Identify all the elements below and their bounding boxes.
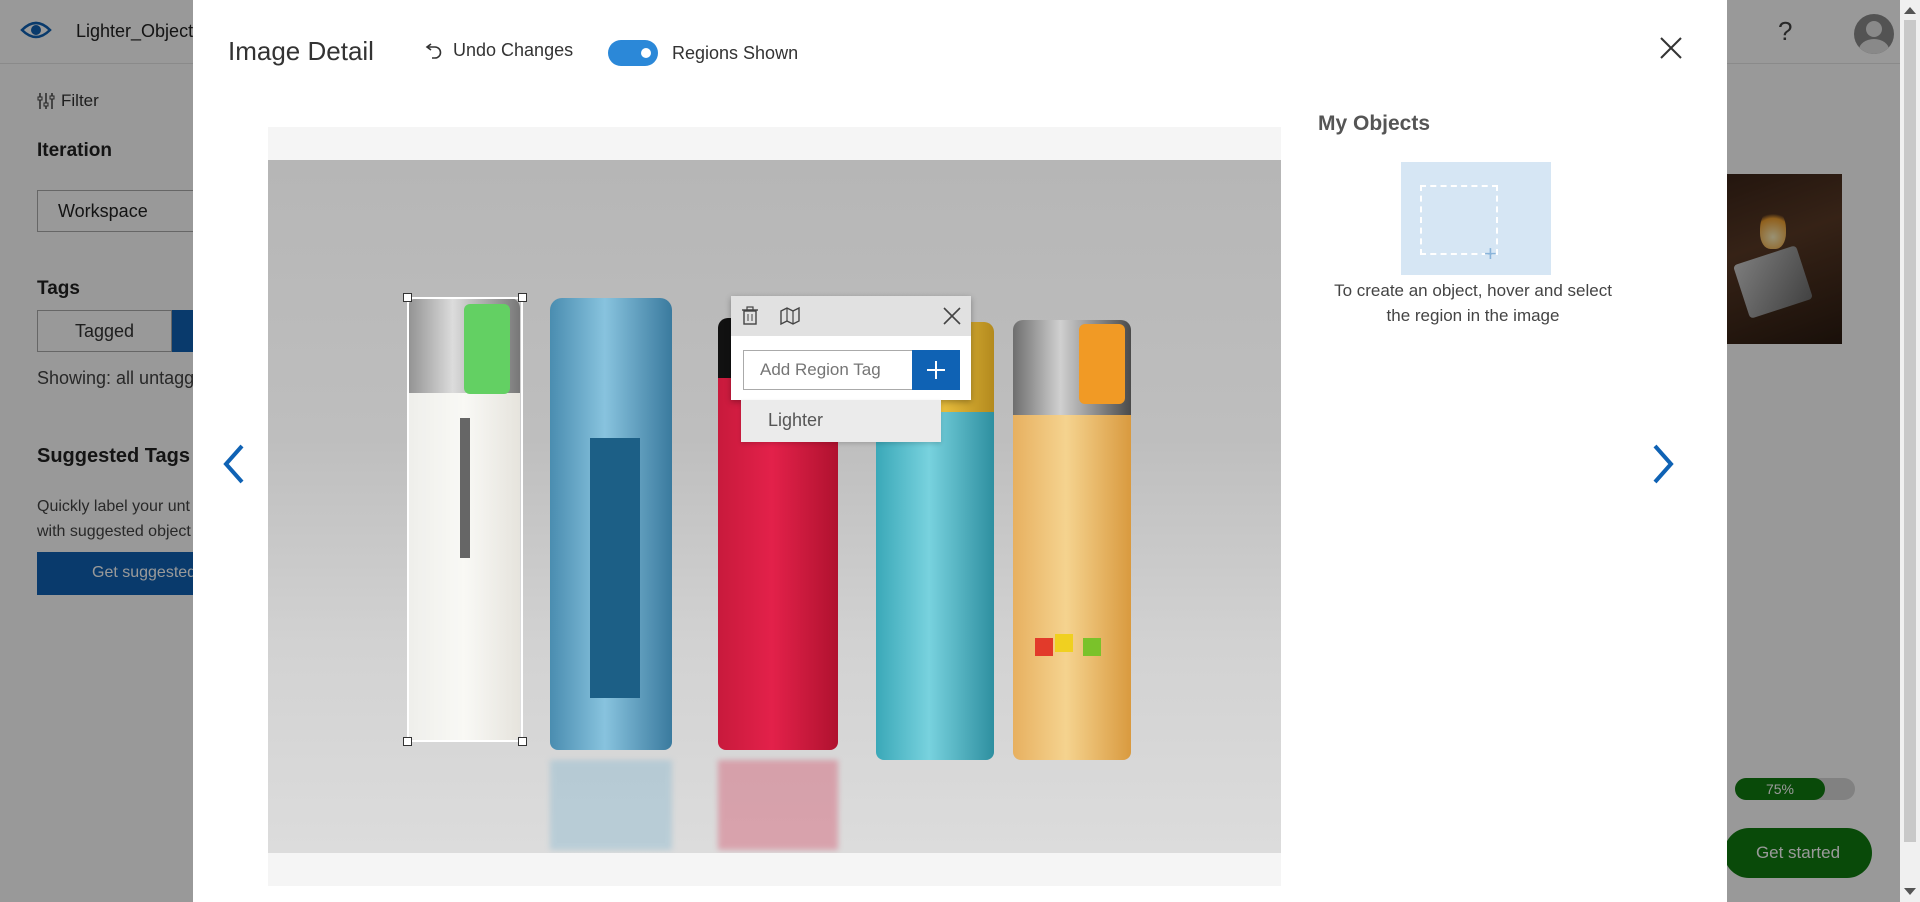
scroll-down-arrow[interactable] (1904, 888, 1916, 895)
undo-changes-button[interactable]: Undo Changes (425, 40, 573, 61)
my-objects-title: My Objects (1318, 112, 1431, 135)
undo-icon (425, 42, 442, 59)
map-icon[interactable] (780, 306, 800, 326)
chevron-left-icon[interactable] (220, 442, 250, 486)
resize-handle[interactable] (403, 737, 412, 746)
region-tag-input[interactable] (743, 350, 913, 390)
lighter-blue (550, 298, 672, 750)
image-detail-modal: Image Detail Undo Changes Regions Shown (193, 0, 1920, 902)
chevron-right-icon[interactable] (1647, 442, 1677, 486)
my-objects-hint: To create an object, hover and select th… (1318, 278, 1628, 328)
blue-reflection (550, 760, 672, 850)
region-tag-popup (731, 296, 971, 400)
scroll-up-arrow[interactable] (1904, 7, 1916, 14)
resize-handle[interactable] (403, 293, 412, 302)
regions-toggle-label: Regions Shown (672, 43, 799, 63)
close-icon[interactable] (1658, 35, 1684, 61)
region-selection-box[interactable] (403, 293, 527, 746)
hint-line: the region in the image (1386, 306, 1560, 325)
delete-icon[interactable] (740, 306, 760, 326)
object-placeholder: + (1401, 162, 1551, 275)
resize-handle[interactable] (518, 293, 527, 302)
lighter-orange (1013, 320, 1131, 760)
object-image[interactable] (268, 160, 1281, 853)
scrollbar-thumb[interactable] (1904, 20, 1916, 842)
plus-icon: + (1484, 241, 1497, 266)
modal-title: Image Detail (228, 36, 374, 66)
add-region-tag-button[interactable] (912, 350, 960, 390)
my-objects-panel: My Objects + To create an object, hover … (1318, 112, 1628, 325)
regions-toggle[interactable] (608, 40, 658, 66)
hint-line: To create an object, hover and select (1334, 281, 1612, 300)
modal-scrollbar[interactable] (1900, 0, 1920, 902)
close-icon[interactable] (942, 306, 962, 326)
image-stage (268, 127, 1281, 886)
resize-handle[interactable] (518, 737, 527, 746)
plus-icon (927, 361, 945, 379)
region-popup-toolbar (731, 296, 971, 336)
red-reflection (718, 760, 838, 850)
undo-changes-label: Undo Changes (453, 40, 574, 60)
tag-suggestion-item[interactable]: Lighter (741, 400, 941, 442)
